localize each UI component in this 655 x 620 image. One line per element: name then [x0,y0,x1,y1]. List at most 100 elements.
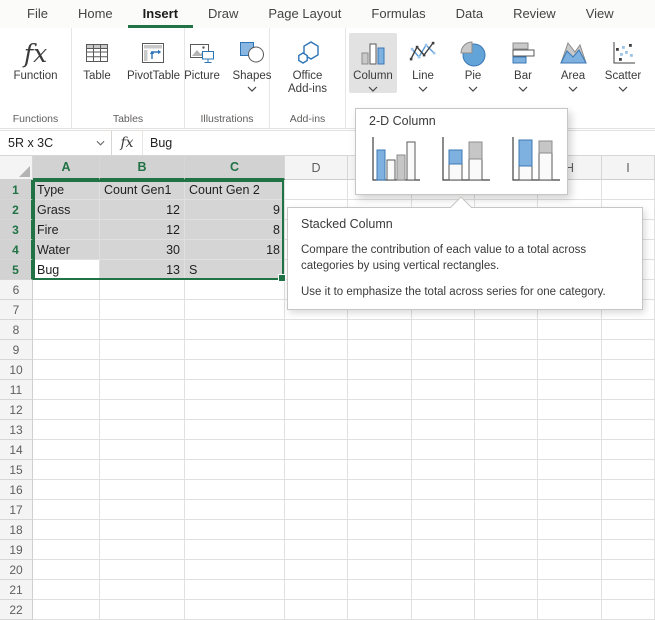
insert-function-button[interactable]: fx [112,131,143,155]
cell-B17[interactable] [100,500,185,520]
select-all-corner[interactable] [0,156,33,180]
cell-G9[interactable] [475,340,538,360]
cell-G8[interactable] [475,320,538,340]
cell-H22[interactable] [538,600,602,620]
cell-B8[interactable] [100,320,185,340]
cell-F21[interactable] [412,580,475,600]
cell-D21[interactable] [285,580,348,600]
cell-E12[interactable] [348,400,412,420]
cell-H17[interactable] [538,500,602,520]
row-header-7[interactable]: 7 [0,300,33,320]
cell-A20[interactable] [33,560,100,580]
row-header-18[interactable]: 18 [0,520,33,540]
cell-B15[interactable] [100,460,185,480]
cell-B3[interactable]: 12 [100,220,185,240]
tab-draw[interactable]: Draw [193,0,253,28]
cell-H20[interactable] [538,560,602,580]
cell-D17[interactable] [285,500,348,520]
cell-D10[interactable] [285,360,348,380]
row-header-6[interactable]: 6 [0,280,33,300]
cell-I8[interactable] [602,320,655,340]
cell-E9[interactable] [348,340,412,360]
cell-D14[interactable] [285,440,348,460]
cell-G17[interactable] [475,500,538,520]
tab-page-layout[interactable]: Page Layout [253,0,356,28]
cell-I11[interactable] [602,380,655,400]
cell-A14[interactable] [33,440,100,460]
cell-C17[interactable] [185,500,285,520]
cell-F19[interactable] [412,540,475,560]
row-header-17[interactable]: 17 [0,500,33,520]
cell-G14[interactable] [475,440,538,460]
cell-B10[interactable] [100,360,185,380]
cell-I16[interactable] [602,480,655,500]
row-header-5[interactable]: 5 [0,260,33,280]
cell-I1[interactable] [602,180,655,200]
cell-G10[interactable] [475,360,538,380]
cell-C2[interactable]: 9 [185,200,285,220]
stacked-column-option[interactable] [436,132,494,188]
cell-D8[interactable] [285,320,348,340]
cell-D13[interactable] [285,420,348,440]
column-chart-button[interactable]: Column [349,33,397,93]
cell-F17[interactable] [412,500,475,520]
cell-H8[interactable] [538,320,602,340]
row-header-9[interactable]: 9 [0,340,33,360]
row-header-15[interactable]: 15 [0,460,33,480]
cell-E20[interactable] [348,560,412,580]
row-header-21[interactable]: 21 [0,580,33,600]
cell-E22[interactable] [348,600,412,620]
cell-E17[interactable] [348,500,412,520]
cell-F9[interactable] [412,340,475,360]
cell-I18[interactable] [602,520,655,540]
tab-formulas[interactable]: Formulas [356,0,440,28]
cell-A3[interactable]: Fire [33,220,100,240]
cell-D11[interactable] [285,380,348,400]
cell-I21[interactable] [602,580,655,600]
cell-C20[interactable] [185,560,285,580]
cell-A17[interactable] [33,500,100,520]
cell-E18[interactable] [348,520,412,540]
cell-B21[interactable] [100,580,185,600]
tab-insert[interactable]: Insert [128,0,193,28]
cell-D20[interactable] [285,560,348,580]
cell-C22[interactable] [185,600,285,620]
cell-C11[interactable] [185,380,285,400]
cell-C13[interactable] [185,420,285,440]
row-header-13[interactable]: 13 [0,420,33,440]
cell-I19[interactable] [602,540,655,560]
bar-chart-button[interactable]: Bar [499,33,547,93]
pie-chart-button[interactable]: Pie [449,33,497,93]
cell-I22[interactable] [602,600,655,620]
cell-D1[interactable] [285,180,348,200]
cell-E16[interactable] [348,480,412,500]
cell-H10[interactable] [538,360,602,380]
cell-D22[interactable] [285,600,348,620]
cell-A5[interactable]: Bug [33,260,100,280]
line-chart-button[interactable]: Line [399,33,447,93]
cell-A22[interactable] [33,600,100,620]
cell-C9[interactable] [185,340,285,360]
cell-H16[interactable] [538,480,602,500]
cell-A1[interactable]: Type [33,180,100,200]
cell-E8[interactable] [348,320,412,340]
cell-A16[interactable] [33,480,100,500]
tab-review[interactable]: Review [498,0,571,28]
col-header-I[interactable]: I [602,156,655,180]
cell-F20[interactable] [412,560,475,580]
cell-I9[interactable] [602,340,655,360]
cell-A21[interactable] [33,580,100,600]
row-header-22[interactable]: 22 [0,600,33,620]
cell-E14[interactable] [348,440,412,460]
office-addins-button[interactable]: Office Add-ins [278,33,338,97]
tab-home[interactable]: Home [63,0,128,28]
cell-H14[interactable] [538,440,602,460]
row-header-20[interactable]: 20 [0,560,33,580]
cell-C19[interactable] [185,540,285,560]
cell-H15[interactable] [538,460,602,480]
cell-G19[interactable] [475,540,538,560]
scatter-chart-button[interactable]: Scatter [599,33,647,93]
cell-F12[interactable] [412,400,475,420]
cell-B13[interactable] [100,420,185,440]
tab-data[interactable]: Data [441,0,498,28]
